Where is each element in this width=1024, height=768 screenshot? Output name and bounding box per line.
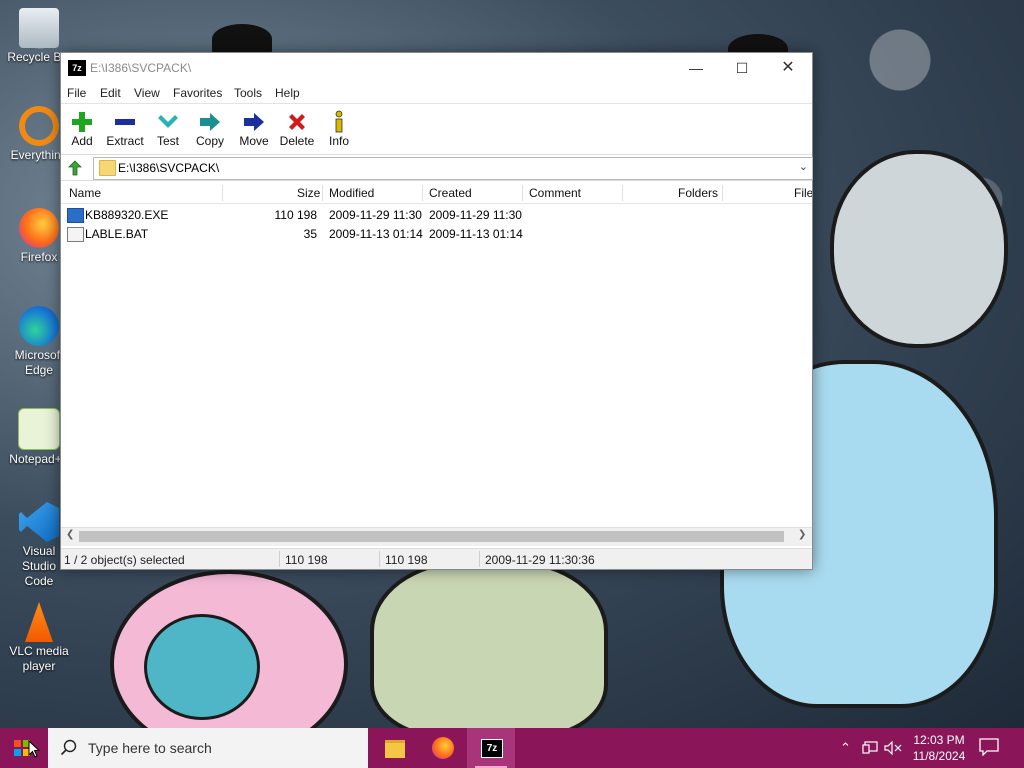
list-header: Name Size Modified Created Comment Folde…	[61, 183, 812, 204]
table-row[interactable]: KB889320.EXE 110 198 2009-11-29 11:30 20…	[61, 206, 812, 225]
plus-icon	[65, 109, 99, 133]
status-selection: 1 / 2 object(s) selected	[64, 553, 185, 567]
scroll-left-icon[interactable]: ❮	[66, 529, 74, 540]
col-folders[interactable]: Folders	[678, 186, 718, 200]
bat-icon	[67, 227, 84, 242]
file-size: 110 198	[274, 208, 318, 222]
minimize-button[interactable]: —	[673, 53, 719, 83]
add-button[interactable]: Add	[65, 109, 99, 153]
wallpaper-art	[110, 570, 348, 728]
scrollbar-thumb[interactable]	[79, 531, 784, 542]
menu-bar: File Edit View Favorites Tools Help	[61, 83, 812, 104]
arrow-right-icon	[237, 109, 271, 133]
search-icon	[60, 739, 77, 756]
search-placeholder: Type here to search	[88, 740, 212, 756]
info-icon	[325, 109, 353, 133]
menu-favorites[interactable]: Favorites	[173, 86, 222, 100]
folder-icon	[385, 740, 405, 758]
status-packed-size: 110 198	[385, 553, 428, 567]
everything-search-icon	[19, 106, 59, 146]
menu-edit[interactable]: Edit	[100, 86, 121, 100]
minus-icon	[103, 109, 147, 133]
taskbar-file-explorer[interactable]	[371, 728, 419, 768]
delete-button[interactable]: Delete	[277, 109, 317, 153]
col-name[interactable]: Name	[69, 186, 101, 200]
taskbar-clock[interactable]: 12:03 PM 11/8/2024	[906, 732, 972, 764]
menu-tools[interactable]: Tools	[234, 86, 262, 100]
taskbar-firefox[interactable]	[419, 728, 467, 768]
info-button[interactable]: Info	[325, 109, 353, 153]
recycle-bin-icon	[19, 8, 59, 48]
vlc-icon	[25, 602, 53, 642]
maximize-button[interactable]: ☐	[719, 53, 765, 83]
menu-help[interactable]: Help	[275, 86, 300, 100]
firefox-icon	[432, 737, 454, 759]
double-arrow-icon	[193, 109, 227, 133]
status-bar: 1 / 2 object(s) selected 110 198 110 198…	[61, 548, 812, 569]
copy-button[interactable]: Copy	[193, 109, 227, 153]
firefox-icon	[19, 208, 59, 248]
wallpaper-art	[212, 24, 272, 54]
menu-view[interactable]: View	[134, 86, 160, 100]
clock-date: 11/8/2024	[912, 749, 966, 763]
title-bar[interactable]: 7z E:\I386\SVCPACK\ — ☐ ✕	[61, 53, 812, 83]
taskbar: Type here to search 7z ⌃ 12:03 PM 11/8/2…	[0, 728, 1024, 768]
col-files[interactable]: File	[794, 186, 812, 200]
edge-icon	[19, 306, 59, 346]
status-date: 2009-11-29 11:30:36	[485, 553, 595, 567]
taskbar-7zip[interactable]: 7z	[467, 728, 515, 768]
file-modified: 2009-11-29 11:30	[329, 208, 422, 222]
x-icon	[277, 109, 317, 133]
col-created[interactable]: Created	[429, 186, 472, 200]
address-path: E:\I386\SVCPACK\	[118, 161, 220, 175]
col-size[interactable]: Size	[297, 186, 320, 200]
network-icon[interactable]	[862, 741, 878, 755]
toolbar: Add Extract Test Copy Move Delete Info	[61, 104, 812, 155]
vscode-icon	[19, 502, 59, 542]
check-icon	[153, 109, 183, 133]
7zip-icon: 7z	[481, 739, 503, 758]
window-title: E:\I386\SVCPACK\	[90, 61, 192, 75]
file-name: LABLE.BAT	[85, 227, 149, 241]
up-folder-icon[interactable]	[67, 160, 83, 176]
close-button[interactable]: ✕	[765, 53, 811, 83]
speaker-muted-icon[interactable]	[884, 741, 902, 755]
file-name: KB889320.EXE	[85, 208, 169, 222]
file-created: 2009-11-13 01:14	[429, 227, 523, 241]
chevron-down-icon[interactable]: ⌄	[799, 160, 808, 173]
col-modified[interactable]: Modified	[329, 186, 374, 200]
clock-time: 12:03 PM	[913, 733, 965, 747]
status-size: 110 198	[285, 553, 328, 567]
move-button[interactable]: Move	[237, 109, 271, 153]
wallpaper-art	[830, 150, 1008, 348]
folder-icon	[99, 160, 116, 176]
desktop-icon-vlc[interactable]: VLC media player	[4, 602, 74, 674]
notification-icon[interactable]	[978, 738, 1000, 756]
file-modified: 2009-11-13 01:14	[329, 227, 423, 241]
address-field[interactable]: E:\I386\SVCPACK\ ⌄	[93, 157, 813, 180]
table-row[interactable]: LABLE.BAT 35 2009-11-13 01:14 2009-11-13…	[61, 225, 812, 244]
taskbar-search-box[interactable]: Type here to search	[48, 728, 368, 768]
mouse-cursor-icon	[28, 740, 40, 758]
notepadpp-icon	[18, 408, 60, 450]
menu-file[interactable]: File	[67, 86, 86, 100]
col-comment[interactable]: Comment	[529, 186, 581, 200]
horizontal-scrollbar[interactable]: ❮ ❯	[61, 527, 812, 546]
7zip-window: 7z E:\I386\SVCPACK\ — ☐ ✕ File Edit View…	[60, 52, 813, 570]
scroll-right-icon[interactable]: ❯	[798, 529, 806, 540]
7zip-app-icon: 7z	[68, 60, 86, 76]
start-button[interactable]	[0, 728, 48, 768]
address-bar: E:\I386\SVCPACK\ ⌄	[61, 156, 813, 181]
test-button[interactable]: Test	[153, 109, 183, 153]
extract-button[interactable]: Extract	[103, 109, 147, 153]
file-list: Name Size Modified Created Comment Folde…	[61, 183, 812, 525]
file-created: 2009-11-29 11:30	[429, 208, 522, 222]
file-size: 35	[303, 227, 317, 241]
exe-icon	[67, 208, 84, 223]
wallpaper-art	[370, 560, 608, 728]
chevron-up-icon[interactable]: ⌃	[840, 740, 851, 756]
